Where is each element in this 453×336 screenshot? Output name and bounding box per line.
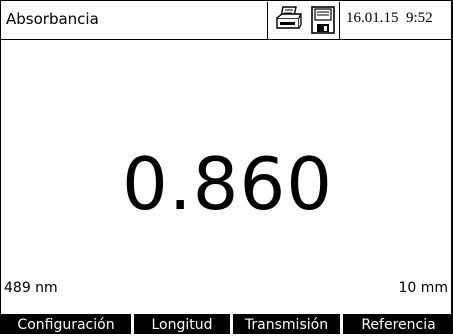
screen-title: Absorbancia [6, 10, 99, 28]
softkey-bar: Configuración Longitud Transmisión Refer… [1, 314, 453, 334]
printer-icon[interactable] [274, 4, 304, 34]
softkey-referencia[interactable]: Referencia [343, 314, 453, 334]
softkey-transmision[interactable]: Transmisión [233, 314, 340, 334]
header-bar: Absorbancia 16.01.15 9:52 [1, 0, 453, 40]
absorbance-value: 0.860 [121, 142, 334, 226]
date-time: 16.01.15 9:52 [346, 10, 433, 26]
instrument-screen: Absorbancia 16.01.15 9:52 0.860 489 nm 1… [0, 0, 453, 334]
wavelength-label: 489 nm [4, 280, 58, 296]
save-icon[interactable] [310, 5, 336, 35]
status-icons [267, 2, 340, 39]
softkey-longitud[interactable]: Longitud [134, 314, 230, 334]
path-length-label: 10 mm [398, 280, 448, 296]
softkey-configuracion[interactable]: Configuración [1, 314, 131, 334]
